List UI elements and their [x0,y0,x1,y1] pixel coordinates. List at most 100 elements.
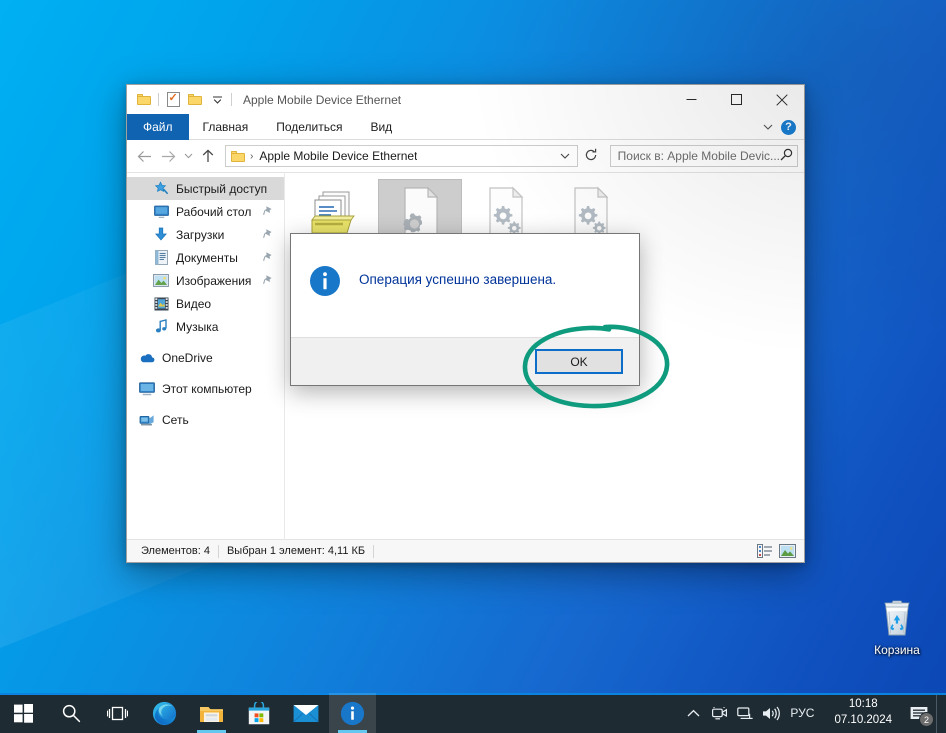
window-title: Apple Mobile Device Ethernet [243,92,402,107]
mail-button[interactable] [282,693,329,733]
toolbar-divider-2 [231,93,232,106]
close-button[interactable] [759,85,804,114]
status-item-selection: Выбран 1 элемент: 4,11 КБ [226,545,366,557]
action-center-button[interactable]: 2 [902,693,936,733]
arrow-left-icon [137,150,151,162]
status-bar: Элементов: 4 Выбран 1 элемент: 4,11 КБ [127,539,804,562]
search-button[interactable] [47,693,94,733]
address-bar[interactable]: › Apple Mobile Device Ethernet Поиск в: … [127,140,804,172]
message-dialog[interactable]: Операция успешно завершена. OK [290,233,640,386]
sidebar-label: Сеть [162,412,189,427]
sidebar-item-network[interactable]: Сеть [127,408,284,431]
sidebar-label: Изображения [176,273,252,288]
show-hidden-icons-button[interactable] [680,693,706,733]
clock[interactable]: 10:18 07.10.2024 [824,697,902,728]
breadcrumb-current[interactable]: Apple Mobile Device Ethernet [259,149,417,163]
taskbar[interactable]: РУС 10:18 07.10.2024 2 [0,693,946,733]
tab-view[interactable]: Вид [356,114,406,140]
windows-logo-icon [14,703,33,723]
breadcrumb-separator: › [250,150,254,162]
search-input[interactable]: Поиск в: Apple Mobile Devic... [609,145,798,167]
refresh-icon [585,148,596,160]
start-button[interactable] [0,693,47,733]
task-view-button[interactable] [94,693,141,733]
details-view-button[interactable] [754,541,776,561]
setup-information-file-icon [489,186,524,237]
edge-icon [152,701,177,725]
navigation-pane[interactable]: Быстрый доступ Рабочий стол Загрузки Док… [127,173,285,539]
file-explorer-icon [200,706,223,722]
toolbar-divider [158,93,159,106]
recycle-bin-icon [884,600,910,636]
downloads-icon [153,227,169,243]
tab-home[interactable]: Главная [189,114,263,140]
network-icon[interactable] [732,693,758,733]
large-icons-view-button[interactable] [776,541,798,561]
window-controls[interactable] [669,85,804,114]
camera-privacy-icon[interactable] [706,693,732,733]
tab-share[interactable]: Поделиться [262,114,356,140]
properties-icon[interactable] [162,89,184,111]
setup-information-file-icon [574,186,609,237]
chevron-down-icon [184,153,192,159]
tab-file[interactable]: Файл [127,114,189,140]
chevron-down-icon[interactable] [763,122,773,132]
minimize-button[interactable] [669,85,714,114]
show-desktop-button[interactable] [936,693,942,733]
sidebar-item-music[interactable]: Музыка [127,315,284,338]
address-dropdown-icon[interactable] [555,151,575,162]
this-pc-icon [139,381,155,397]
folder-icon [231,150,245,162]
sidebar-item-desktop[interactable]: Рабочий стол [127,200,284,223]
sidebar-label: Этот компьютер [162,381,252,396]
volume-icon[interactable] [758,693,784,733]
folder-icon[interactable] [133,89,155,111]
new-folder-icon[interactable] [184,89,206,111]
recycle-bin-label: Корзина [874,643,920,657]
chevron-up-icon [687,709,700,716]
ribbon-right-controls[interactable]: ? [763,114,804,140]
sidebar-item-onedrive[interactable]: OneDrive [127,346,284,369]
catalog-file-icon [311,191,355,234]
sidebar-item-videos[interactable]: Видео [127,292,284,315]
forward-button[interactable] [157,144,179,168]
sidebar-item-downloads[interactable]: Загрузки [127,223,284,246]
up-button[interactable] [197,144,219,168]
pin-icon [263,228,274,242]
ok-button[interactable]: OK [535,349,623,374]
search-icon[interactable] [780,148,793,164]
recent-locations-button[interactable] [181,144,195,168]
search-icon [62,704,80,723]
back-button[interactable] [133,144,155,168]
info-dialog-button[interactable] [329,693,376,733]
customize-qat-caret-icon[interactable] [206,89,228,111]
microsoft-store-button[interactable] [235,693,282,733]
window-titlebar[interactable]: Apple Mobile Device Ethernet [127,85,804,114]
quick-access-toolbar[interactable] [127,89,235,111]
documents-icon [153,250,169,266]
sidebar-item-this-pc[interactable]: Этот компьютер [127,377,284,400]
mail-icon [292,704,319,722]
system-tray[interactable]: РУС 10:18 07.10.2024 2 [680,693,946,733]
help-button[interactable]: ? [781,119,796,135]
videos-icon [153,296,169,312]
sidebar-item-pictures[interactable]: Изображения [127,269,284,292]
edge-button[interactable] [141,693,188,733]
refresh-button[interactable] [580,148,602,165]
desktop-icon-recycle-bin[interactable]: Корзина [857,592,937,657]
sidebar-label: Быстрый доступ [176,181,268,196]
maximize-button[interactable] [714,85,759,114]
language-indicator[interactable]: РУС [784,706,824,720]
pin-icon [263,274,274,288]
ribbon-tabs[interactable]: Файл Главная Поделиться Вид ? [127,114,804,140]
sidebar-item-documents[interactable]: Документы [127,246,284,269]
pin-icon [263,205,274,219]
address-path-box[interactable]: › Apple Mobile Device Ethernet [225,145,578,167]
file-explorer-button[interactable] [188,693,235,733]
sidebar-label: Загрузки [176,227,225,242]
sidebar-item-quick-access[interactable]: Быстрый доступ [127,177,284,200]
search-placeholder: Поиск в: Apple Mobile Devic... [617,149,780,163]
sidebar-label: Видео [176,296,212,311]
desktop[interactable]: Корзина Apple Mobile Devi [0,0,946,733]
close-icon [775,93,788,106]
